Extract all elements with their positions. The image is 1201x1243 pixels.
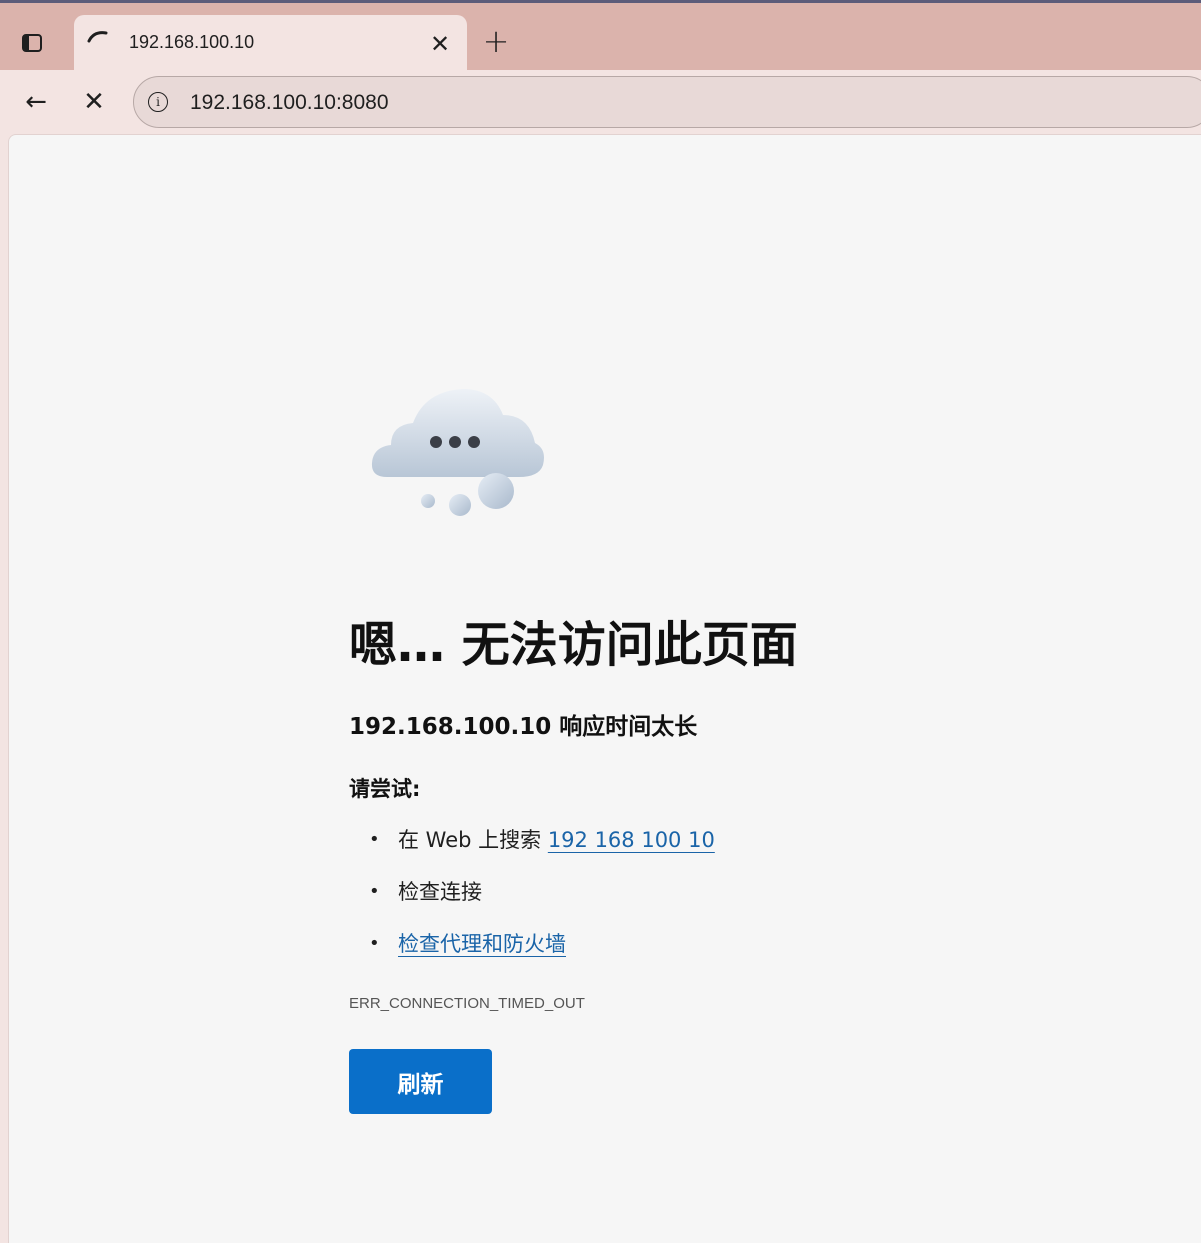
- toolbar: ← ✕ i 192.168.100.10:8080: [0, 70, 1201, 134]
- check-connection-text: 检查连接: [398, 880, 482, 904]
- page-content: 嗯… 无法访问此页面 192.168.100.10 响应时间太长 请尝试: 在 …: [8, 134, 1201, 1243]
- back-button[interactable]: ←: [18, 84, 54, 120]
- address-bar[interactable]: i 192.168.100.10:8080: [133, 76, 1201, 128]
- list-item-check-connection: 检查连接: [349, 877, 715, 929]
- site-info-icon[interactable]: i: [148, 92, 168, 112]
- list-item-search: 在 Web 上搜索 192 168 100 10: [349, 825, 715, 877]
- error-title: 嗯… 无法访问此页面: [349, 617, 798, 673]
- search-link[interactable]: 192 168 100 10: [548, 828, 715, 852]
- search-prefix-text: 在 Web 上搜索: [398, 828, 548, 852]
- new-tab-button[interactable]: +: [478, 22, 514, 60]
- tab-strip: 192.168.100.10 ✕ +: [0, 0, 1201, 73]
- url-text[interactable]: 192.168.100.10:8080: [190, 91, 389, 115]
- list-item-check-proxy: 检查代理和防火墙: [349, 929, 715, 981]
- tab-close-icon[interactable]: ✕: [425, 29, 455, 59]
- loading-spinner-icon: [87, 31, 108, 43]
- cloud-thinking-icon: [371, 389, 544, 516]
- stop-button[interactable]: ✕: [76, 84, 112, 120]
- tab-actions-button[interactable]: [14, 25, 50, 61]
- error-code: ERR_CONNECTION_TIMED_OUT: [349, 995, 585, 1012]
- check-proxy-link[interactable]: 检查代理和防火墙: [398, 932, 566, 956]
- try-label: 请尝试:: [349, 777, 421, 801]
- tab-actions-icon: [22, 34, 42, 52]
- suggestion-list: 在 Web 上搜索 192 168 100 10 检查连接 检查代理和防火墙: [349, 825, 715, 981]
- tab-title: 192.168.100.10: [129, 32, 255, 52]
- error-subtitle: 192.168.100.10 响应时间太长: [349, 714, 698, 740]
- tab-active[interactable]: 192.168.100.10 ✕: [74, 15, 467, 73]
- refresh-button[interactable]: 刷新: [349, 1049, 492, 1114]
